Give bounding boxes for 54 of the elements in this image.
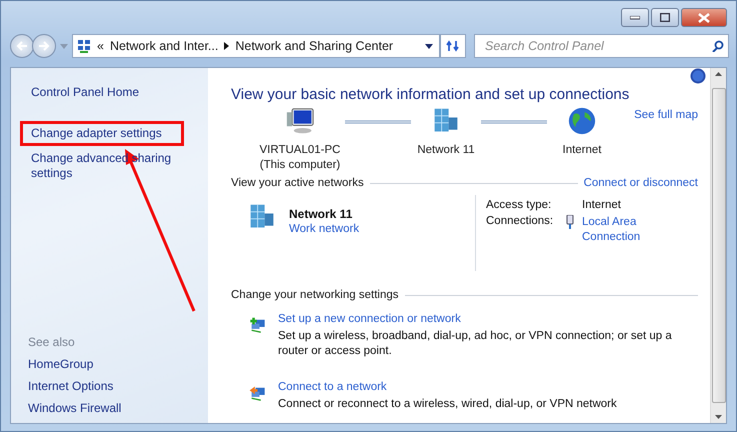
forward-button[interactable] xyxy=(32,34,56,58)
task-description: Connect or reconnect to a wireless, wired, dial-up, or VPN network xyxy=(278,397,618,412)
close-button[interactable] xyxy=(681,8,727,27)
scroll-up-icon[interactable] xyxy=(715,72,722,76)
network-type-link[interactable]: Work network xyxy=(289,223,360,235)
node-label: VIRTUAL01-PC xyxy=(260,143,340,158)
overflow-mark[interactable]: « xyxy=(97,39,104,53)
see-also-link[interactable]: HomeGroup xyxy=(28,357,208,371)
connection-line xyxy=(345,120,411,124)
task-description: Set up a wireless, broadband, dial-up, ad hoc, or VPN connection; or set up a router or access point. xyxy=(278,329,673,359)
access-type-label: Access type: xyxy=(486,199,552,211)
search-icon[interactable] xyxy=(712,40,724,52)
minimize-icon xyxy=(630,16,640,20)
help-icon[interactable] xyxy=(690,68,706,84)
connections-label: Connections: xyxy=(486,215,554,229)
sidebar-link[interactable]: Control Panel Home xyxy=(20,80,184,105)
see-also-link[interactable]: Windows Firewall xyxy=(28,401,208,415)
page-title: View your basic network information and set up connections xyxy=(231,86,630,103)
connection-line xyxy=(481,120,547,124)
search-field[interactable]: Search Control Panel xyxy=(474,34,729,58)
section-heading: Change your networking settings xyxy=(231,289,398,301)
back-button[interactable] xyxy=(10,34,34,58)
computer-icon xyxy=(285,107,315,135)
forward-arrow-icon xyxy=(38,41,50,51)
close-icon xyxy=(698,12,710,22)
maximize-icon xyxy=(660,13,670,22)
breadcrumb[interactable]: Network and Inter... xyxy=(110,39,218,53)
maximize-button[interactable] xyxy=(651,8,679,27)
task-link[interactable]: Set up a new connection or network xyxy=(278,313,698,325)
node-sublabel: (This computer) xyxy=(260,158,340,173)
ethernet-icon xyxy=(566,215,574,229)
breadcrumb[interactable]: Network and Sharing Center xyxy=(235,39,394,53)
see-also-heading: See also xyxy=(28,335,76,349)
scrollbar[interactable] xyxy=(710,68,726,423)
dropdown-icon[interactable] xyxy=(425,44,433,48)
chevron-icon[interactable] xyxy=(224,42,230,50)
scroll-down-icon[interactable] xyxy=(715,415,722,419)
refresh-button[interactable] xyxy=(440,34,466,58)
address-bar[interactable]: « Network and Inter... Network and Sharing Center xyxy=(72,34,440,58)
back-arrow-icon xyxy=(16,41,28,51)
node-label: Network 11 xyxy=(417,143,475,158)
refresh-icon xyxy=(446,40,460,52)
see-also-link[interactable]: Internet Options xyxy=(28,379,208,393)
section-heading: View your active networks xyxy=(231,177,364,189)
see-full-map-link[interactable]: See full map xyxy=(634,109,698,121)
globe-icon xyxy=(567,107,597,135)
task-link[interactable]: Connect to a network xyxy=(278,381,698,393)
node-label: Internet xyxy=(562,143,602,158)
network-icon xyxy=(77,39,91,53)
connection-link[interactable]: Local Area Connection xyxy=(582,215,652,245)
network-name: Network 11 xyxy=(289,207,354,221)
connect-link[interactable]: Connect or disconnect xyxy=(584,177,698,189)
access-type-value: Internet xyxy=(582,199,622,211)
minimize-button[interactable] xyxy=(621,8,649,27)
